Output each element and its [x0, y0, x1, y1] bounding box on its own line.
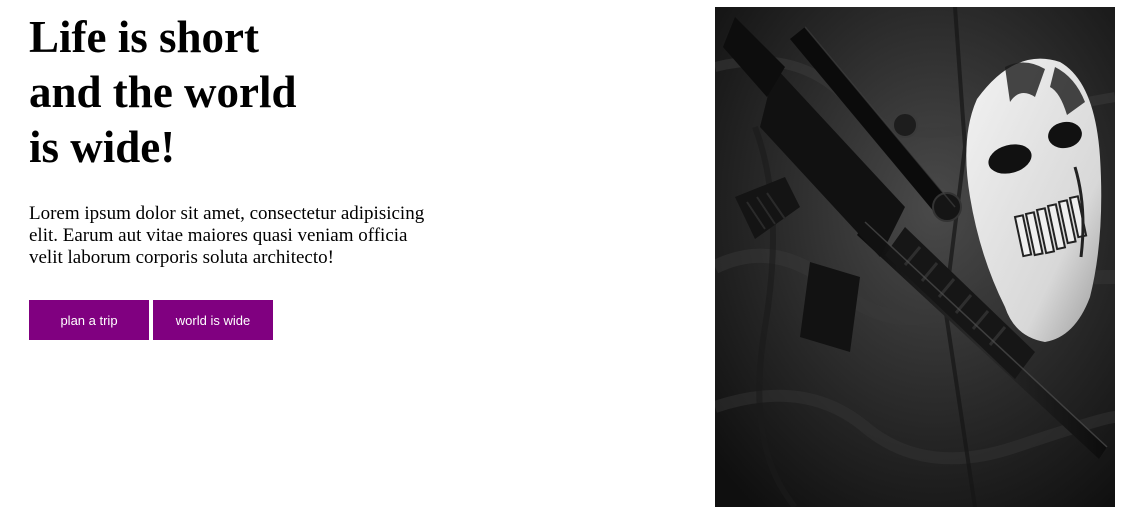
hero-description: Lorem ipsum dolor sit amet, consectetur … — [29, 203, 425, 268]
headline-line-2: and the world — [29, 67, 297, 117]
headline-line-1: Life is short — [29, 12, 259, 62]
hero-section: Life is short and the world is wide! Lor… — [29, 10, 469, 340]
hero-image — [715, 7, 1115, 507]
plan-a-trip-button[interactable]: plan a trip — [29, 300, 149, 340]
rifle-and-mask-illustration — [715, 7, 1115, 507]
hero-actions: plan a trip world is wide — [29, 300, 469, 340]
headline-line-3: is wide! — [29, 122, 176, 172]
world-is-wide-button[interactable]: world is wide — [153, 300, 273, 340]
hero-headline: Life is short and the world is wide! — [29, 10, 469, 175]
